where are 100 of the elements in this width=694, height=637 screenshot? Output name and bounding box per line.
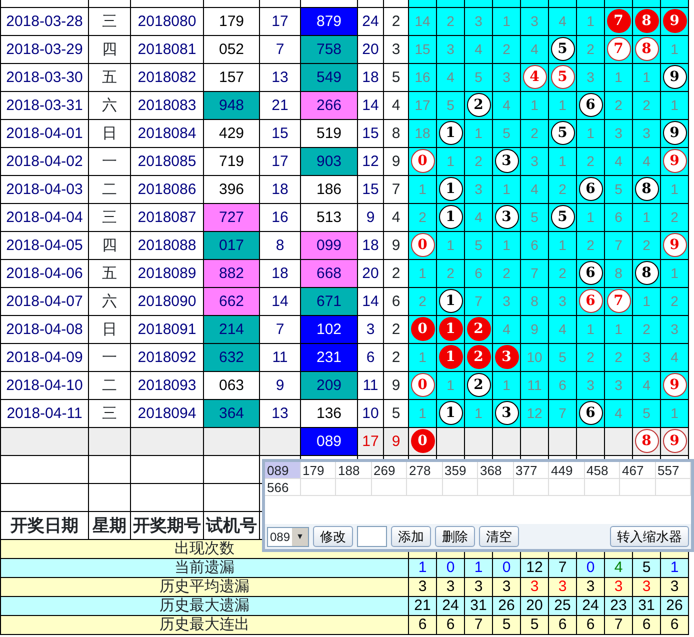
number-item[interactable]: 566: [265, 479, 300, 496]
omission-count: 4: [632, 371, 660, 399]
empty-list-cell: [549, 479, 584, 496]
omission-count: 1: [492, 371, 520, 399]
omission-count: 2: [632, 91, 660, 119]
test-number-cell: 948: [204, 91, 260, 119]
omission-count: 1: [660, 91, 688, 119]
omission-count: 5: [492, 119, 520, 147]
draw-number-cell: 519: [300, 119, 358, 147]
date-cell: 2018-03-31: [0, 91, 88, 119]
sum-cell: 14: [358, 287, 384, 315]
omission-count: 5: [464, 231, 492, 259]
stat-label: 当前遗漏: [0, 558, 408, 577]
omission-count: 1: [548, 231, 576, 259]
test-number-cell: 157: [204, 63, 260, 91]
stat-value: 3: [436, 577, 464, 596]
number-item[interactable]: 368: [478, 462, 514, 479]
drawn-digit-ball: 3: [494, 345, 518, 369]
date-cell: 2018-04-05: [0, 231, 88, 259]
omission-count: 4: [492, 91, 520, 119]
omission-count: 5: [436, 91, 464, 119]
date-cell: 2018-04-11: [0, 399, 88, 427]
number-item[interactable]: 359: [442, 462, 478, 479]
stat-value: 3: [632, 577, 660, 596]
omission-count: 5: [632, 399, 660, 427]
omission-count: 12: [520, 399, 548, 427]
drawn-digit-ball: 1: [438, 345, 462, 369]
stat-value: 6: [632, 615, 660, 634]
weekday-cell: 三: [88, 203, 130, 231]
test-number-cell: 214: [204, 315, 260, 343]
stat-value: 20: [520, 596, 548, 615]
omission-count: 1: [576, 7, 604, 35]
stat-value: 21: [408, 596, 436, 615]
omission-count: 1: [548, 91, 576, 119]
number-item[interactable]: 467: [620, 462, 656, 479]
empty-list-cell: [336, 479, 372, 496]
number-item[interactable]: 557: [656, 462, 691, 479]
number-dropdown[interactable]: 089 ▼: [267, 526, 309, 546]
date-cell: 2018-04-08: [0, 315, 88, 343]
toolbar-button[interactable]: 添加: [391, 526, 431, 547]
stat-value: 0: [436, 558, 464, 577]
digit-ball: 2: [466, 93, 490, 117]
digit-ball: 3: [494, 401, 518, 425]
stat-value: 12: [520, 558, 548, 577]
number-item[interactable]: 449: [549, 462, 584, 479]
test-number-cell: 396: [204, 175, 260, 203]
number-item[interactable]: 377: [514, 462, 549, 479]
test-number-cell: 179: [204, 7, 260, 35]
date-cell: 2018-04-01: [0, 119, 88, 147]
stat-value: 3: [408, 577, 436, 596]
omission-count: 1: [660, 399, 688, 427]
digit-ball: 6: [578, 401, 602, 425]
draw-number-cell: 136: [300, 399, 358, 427]
omission-count: 1: [408, 343, 436, 371]
stat-value: 7: [604, 615, 632, 634]
stat-value: 26: [492, 596, 520, 615]
sum-cell: 6: [358, 343, 384, 371]
weekday-cell: 日: [88, 315, 130, 343]
toolbar-button[interactable]: 清空: [479, 526, 519, 547]
number-item[interactable]: 188: [336, 462, 372, 479]
omission-count: 1: [492, 231, 520, 259]
number-item[interactable]: 089: [265, 462, 300, 479]
draw-number-cell: 549: [300, 63, 358, 91]
stat-label: 历史最大连出: [0, 615, 408, 634]
transfer-button[interactable]: 转入缩水器: [610, 526, 689, 547]
number-item[interactable]: 458: [584, 462, 620, 479]
omission-count: 1: [436, 371, 464, 399]
date-cell: 2018-04-07: [0, 287, 88, 315]
stat-value: 24: [576, 596, 604, 615]
omission-count: 5: [604, 175, 632, 203]
omission-count: 15: [408, 35, 436, 63]
stat-label: 历史平均遗漏: [0, 577, 408, 596]
date-cell: 2018-03-28: [0, 7, 88, 35]
omission-count: 5: [520, 203, 548, 231]
test-number-cell: 632: [204, 343, 260, 371]
sum-cell: 15: [358, 175, 384, 203]
omission-count: 3: [492, 63, 520, 91]
digit-ball: 6: [578, 93, 602, 117]
omission-count: 1: [660, 175, 688, 203]
toolbar-button[interactable]: 删除: [435, 526, 475, 547]
stat-value: 23: [604, 596, 632, 615]
toolbar-button[interactable]: 修改: [313, 526, 353, 547]
digit-ball: 1: [438, 401, 462, 425]
omission-count: 1: [576, 119, 604, 147]
stat-value: 24: [436, 596, 464, 615]
digit-ball: 8: [634, 177, 658, 201]
digit-ball: 7: [606, 289, 630, 313]
number-item[interactable]: 278: [407, 462, 442, 479]
omission-count: 4: [548, 315, 576, 343]
weekday-cell: 三: [88, 7, 130, 35]
omission-count: 1: [520, 91, 548, 119]
omission-count: 2: [632, 231, 660, 259]
number-item[interactable]: 269: [372, 462, 407, 479]
omission-count: 3: [492, 287, 520, 315]
test-number-cell: 063: [204, 371, 260, 399]
empty-list-cell: [620, 479, 656, 496]
digit-ball: 8: [634, 261, 658, 285]
omission-count: 4: [604, 399, 632, 427]
omission-count: 2: [520, 119, 548, 147]
input-field[interactable]: [357, 526, 387, 547]
